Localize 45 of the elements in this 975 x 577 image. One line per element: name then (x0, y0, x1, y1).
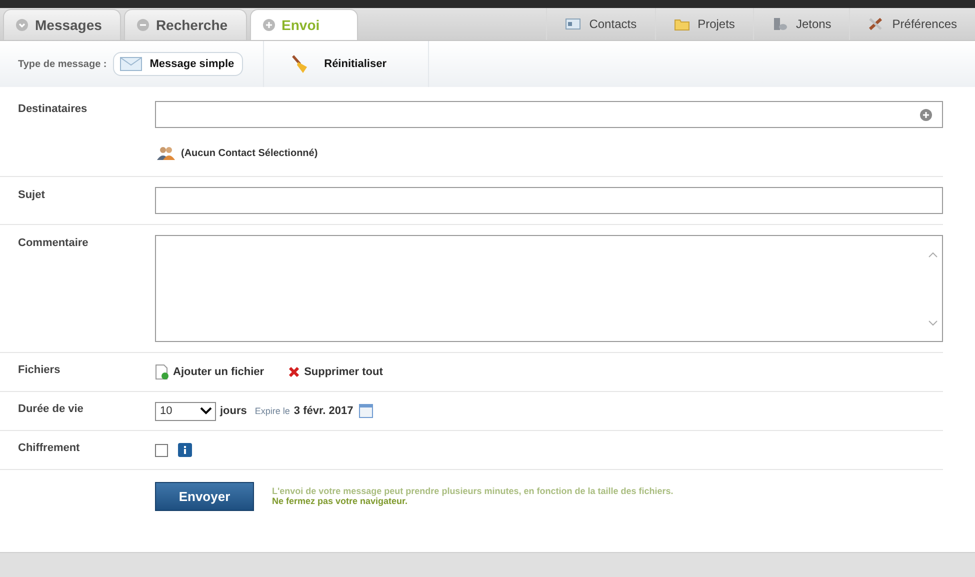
message-type-button[interactable]: Message simple (112, 52, 244, 76)
plus-icon (920, 108, 932, 120)
field-label: Durée de vie (17, 402, 84, 417)
notice-text: L'envoi de votre message peut prendre plusieurs minutes, en fonction de la taille des fichiers. (272, 487, 674, 497)
scroll-down-icon (928, 319, 938, 327)
message-type-label: Type de message : (18, 58, 107, 70)
folder-icon (674, 17, 690, 31)
nav-link[interactable]: Préférences (849, 8, 975, 40)
contact-card-icon (565, 17, 582, 31)
nav-link[interactable]: Jetons (752, 8, 850, 40)
add-file-link[interactable]: Ajouter un fichier (155, 364, 264, 380)
lifetime-select[interactable]: 10 (155, 402, 216, 420)
info-icon[interactable] (178, 443, 192, 457)
nav-link[interactable]: Projets (654, 8, 753, 40)
encryption-checkbox[interactable] (155, 444, 168, 456)
recipients-field[interactable] (155, 101, 943, 128)
plus-icon (262, 19, 275, 31)
tools-icon (868, 17, 884, 31)
expires-label: Expire le (254, 406, 290, 416)
field-label: Destinataires (17, 102, 88, 117)
chevron-down-icon (200, 407, 212, 415)
nav-link[interactable]: Contacts (546, 8, 655, 40)
reset-button[interactable]: Réinitialiser (270, 54, 408, 74)
contacts-status: (Aucun Contact Sélectionné) (181, 148, 318, 158)
field-label: Commentaire (17, 236, 90, 251)
calendar-icon[interactable] (359, 404, 374, 418)
chevron-down-icon (16, 19, 28, 31)
field-label: Sujet (17, 188, 46, 203)
tab[interactable]: Messages (3, 9, 121, 40)
minus-icon (136, 19, 149, 31)
field-label: Chiffrement (17, 441, 81, 456)
expiry-date: 3 févr. 2017 (294, 405, 354, 417)
people-icon (157, 146, 175, 160)
scroll-up-icon (928, 251, 938, 259)
envelope-icon (120, 57, 142, 71)
remove-all-link[interactable]: Supprimer tout (288, 366, 383, 378)
warning-text: Ne fermez pas votre navigateur. (272, 496, 408, 507)
cross-icon (288, 366, 300, 378)
comment-field[interactable] (155, 235, 943, 342)
tab[interactable]: Recherche (124, 9, 247, 40)
add-file-icon (155, 364, 169, 380)
subject-field[interactable] (155, 187, 943, 214)
unit-text: jours (220, 405, 247, 417)
field-label: Fichiers (17, 363, 62, 378)
send-button[interactable]: Envoyer (155, 482, 254, 511)
